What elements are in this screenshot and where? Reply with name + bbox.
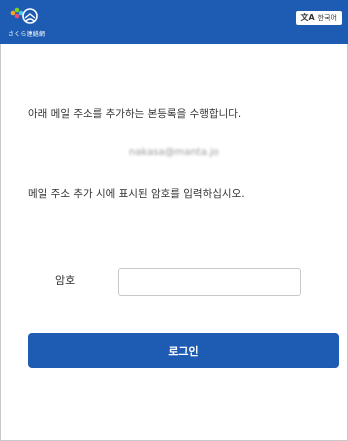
email-address: nakasa@manta.jo — [129, 147, 219, 158]
language-selector-button[interactable]: 文A 한국어 — [296, 11, 342, 25]
app-logo: さくら連絡網 — [8, 6, 60, 38]
sakura-renraku-logo-icon — [10, 7, 38, 24]
password-label: 암호 — [55, 274, 76, 287]
app-header: さくら連絡網 文A 한국어 — [0, 0, 348, 44]
translate-icon: 文A — [300, 13, 315, 22]
logo-text: さくら連絡網 — [8, 31, 46, 38]
login-button[interactable]: 로그인 — [28, 333, 339, 368]
password-input[interactable] — [118, 268, 301, 296]
instruction-text: 아래 메일 주소를 추가하는 본등록을 수행합니다. — [28, 108, 242, 120]
language-label: 한국어 — [317, 13, 337, 22]
password-instruction-text: 메일 주소 추가 시에 표시된 암호를 입력하십시오. — [28, 188, 245, 200]
page-frame — [0, 0, 348, 441]
